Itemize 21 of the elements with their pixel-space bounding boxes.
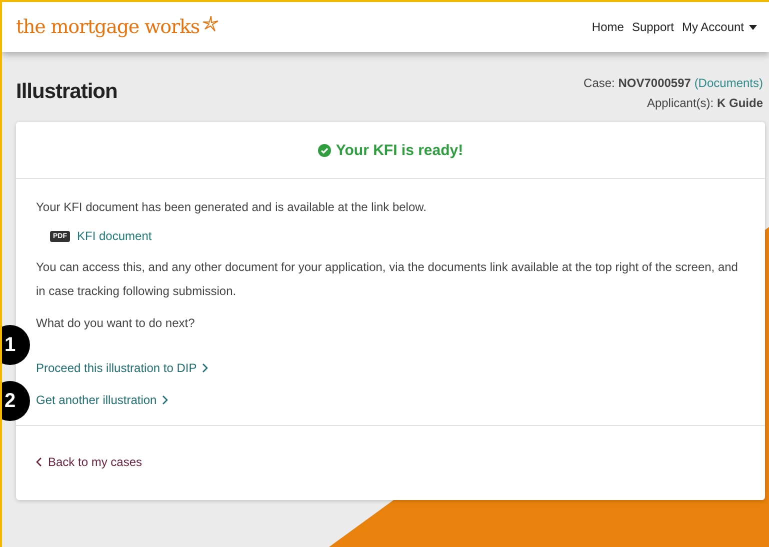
intro-text: Your KFI document has been generated and is available at the link below.: [36, 199, 428, 216]
nav-link[interactable]: Home: [592, 20, 624, 34]
chevron-left-icon: [36, 457, 42, 467]
question-text: What do you want to do next?: [36, 315, 196, 332]
nav-link[interactable]: Support: [632, 20, 674, 34]
back-link[interactable]: Back to my cases: [36, 455, 142, 469]
status-heading: Your KFI is ready!: [336, 142, 464, 158]
applicant-info: Applicant(s): K Guide: [646, 96, 763, 110]
chevron-right-icon: [162, 395, 168, 405]
chevron-right-icon: [202, 363, 208, 373]
case-info: Case: NOV7000597 (Documents): [584, 76, 763, 90]
caret-icon: [749, 24, 757, 30]
callout-badge: 2: [2, 381, 30, 421]
account-menu[interactable]: My Account: [682, 20, 757, 34]
action-link[interactable]: Proceed this illustration to DIP: [36, 361, 208, 375]
action-link[interactable]: Get another illustration: [36, 393, 168, 407]
check-circle-icon: [318, 144, 331, 156]
info-text: You can access this, and any other document for your application, via the documents link available at the top right of the screen, and in case tracking following submission.: [36, 259, 739, 300]
star-icon: [202, 16, 218, 32]
page-title: Illustration: [16, 80, 118, 105]
callout-badge: 1: [2, 325, 30, 365]
